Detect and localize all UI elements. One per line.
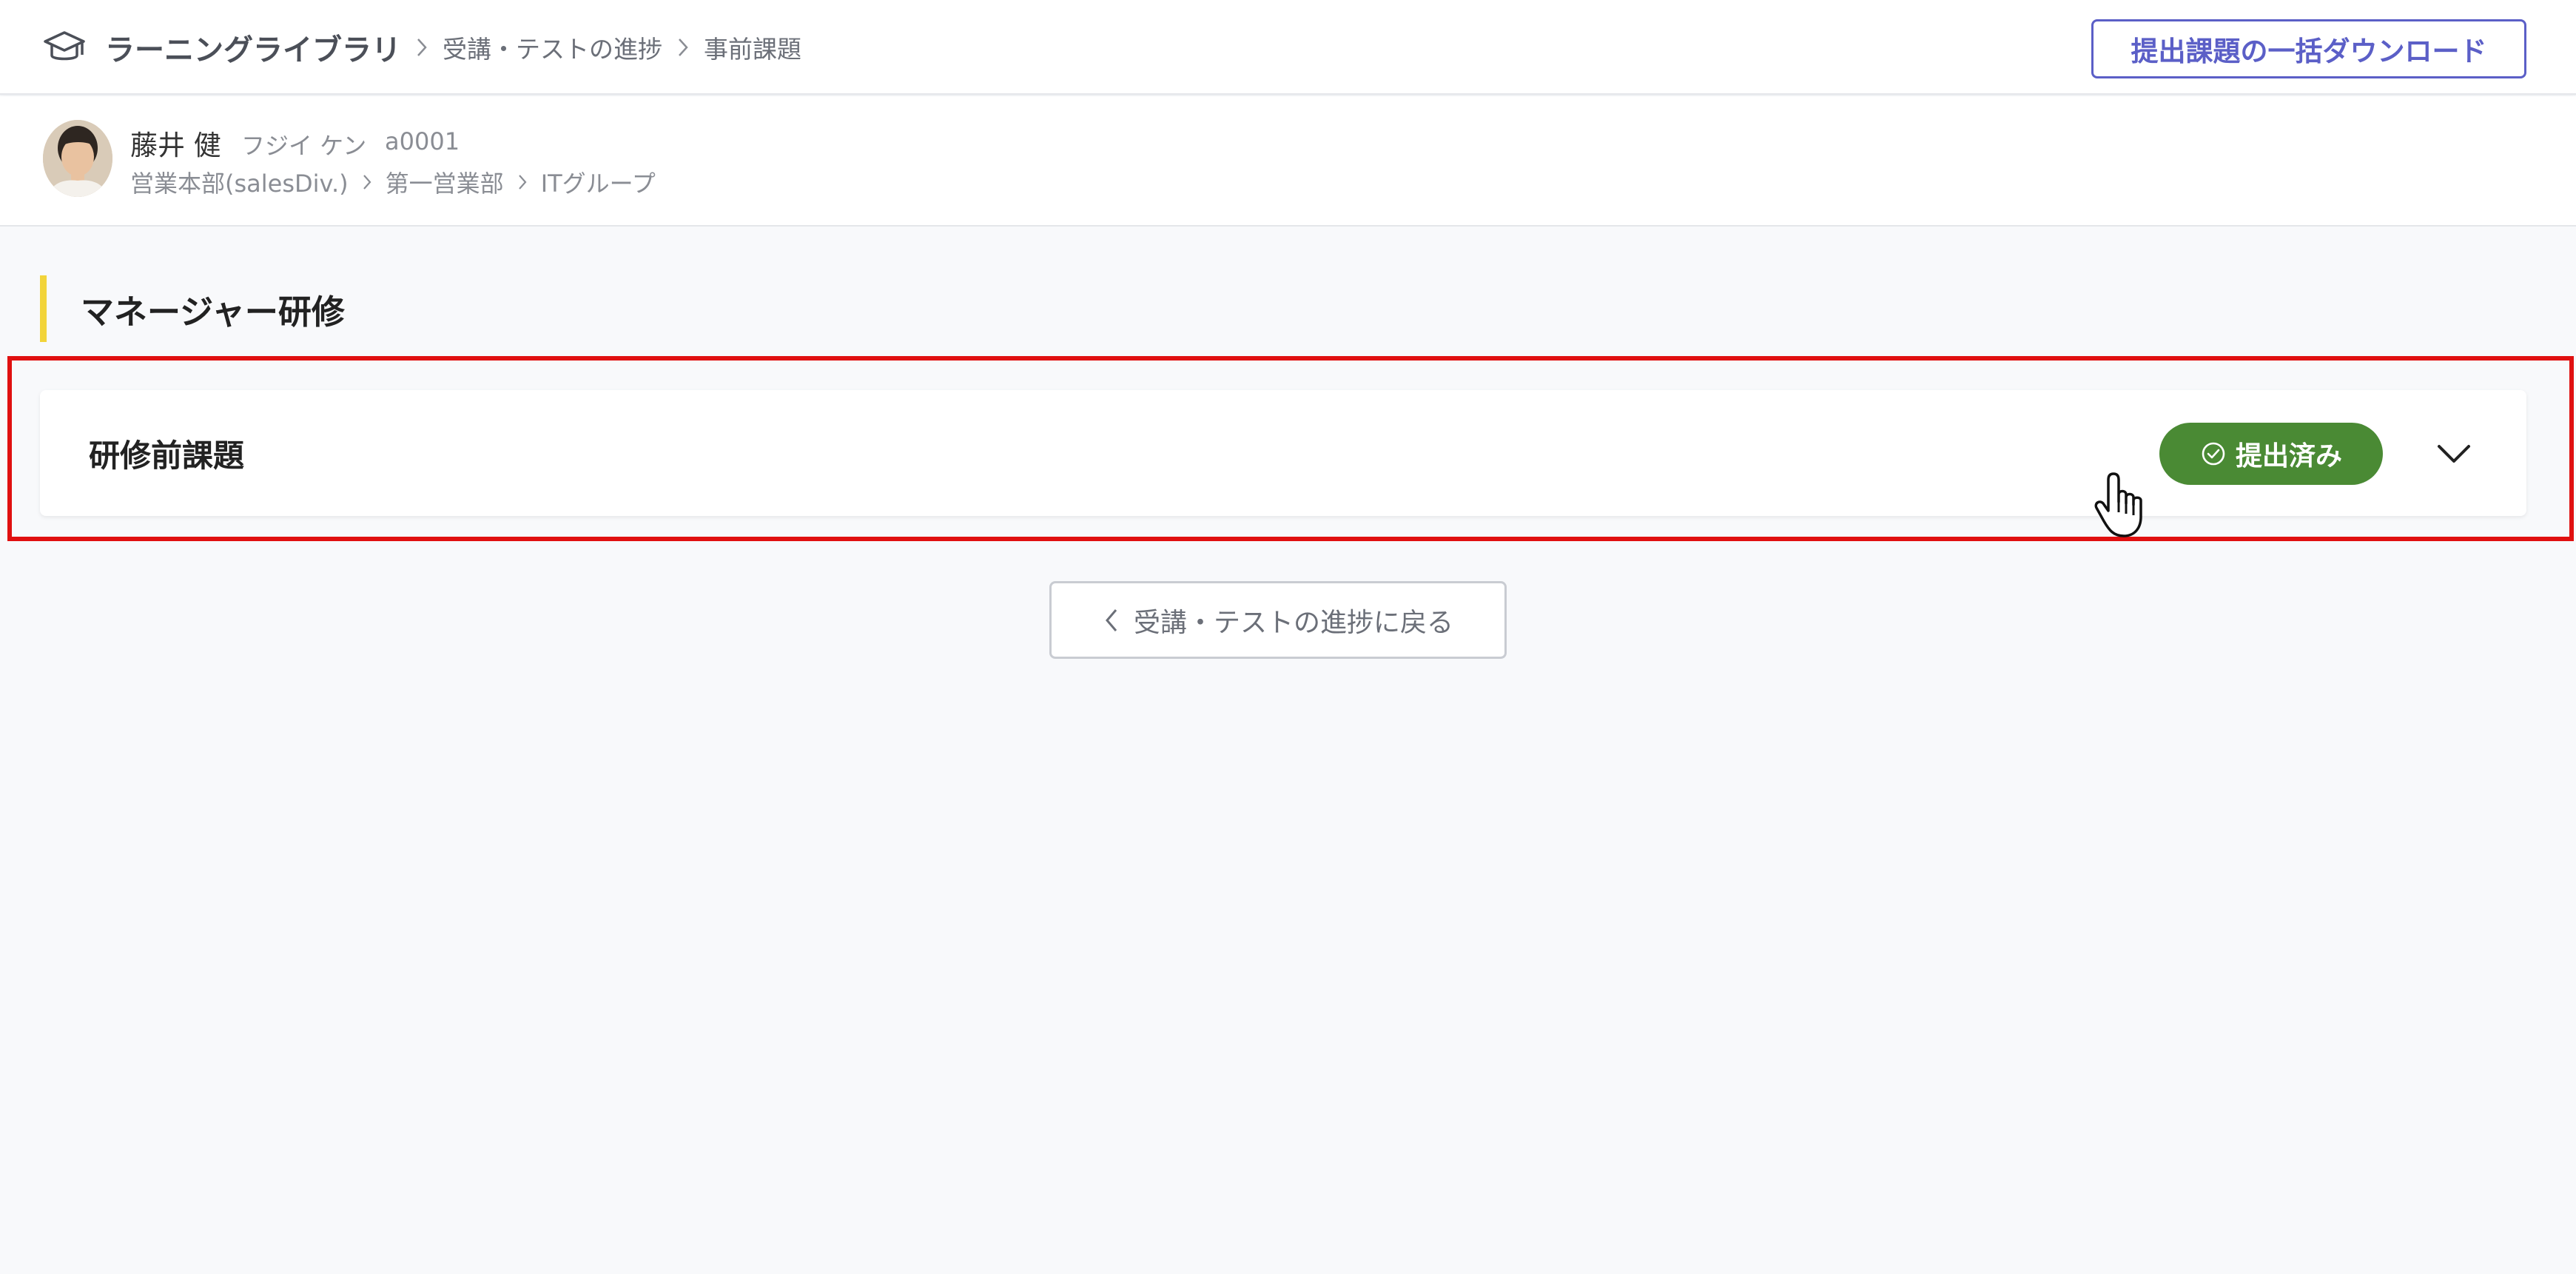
hand-pointer-icon: [2094, 472, 2142, 537]
org-path: 営業本部(salesDiv.) 第一営業部 ITグループ: [130, 161, 656, 203]
top-header: ラーニングライブラリ 受講・テストの進捗 事前課題 提出課題の一括ダウンロード: [0, 0, 2576, 95]
avatar: [43, 120, 112, 197]
user-kana: フジイ ケン: [241, 132, 367, 160]
back-to-progress-button[interactable]: 受講・テストの進捗に戻る: [1049, 581, 1507, 659]
user-id: a0001: [385, 127, 460, 155]
org-department: 第一営業部: [385, 170, 504, 198]
highlight-frame: [7, 356, 2574, 541]
chevron-right-icon: [504, 172, 541, 192]
user-name: 藤井 健: [130, 130, 221, 161]
chevron-right-icon: [349, 172, 386, 192]
org-division: 営業本部(salesDiv.): [130, 170, 349, 198]
breadcrumb-app-link[interactable]: ラーニングライブラリ: [105, 26, 401, 69]
breadcrumb: ラーニングライブラリ 受講・テストの進捗 事前課題: [105, 0, 801, 95]
section-title: マネージャー研修: [40, 275, 345, 342]
chevron-right-icon: [401, 36, 443, 58]
user-info-bar: 藤井 健 フジイ ケン a0001 営業本部(salesDiv.) 第一営業部 …: [0, 96, 2576, 227]
chevron-right-icon: [662, 36, 704, 58]
bulk-download-button[interactable]: 提出課題の一括ダウンロード: [2091, 19, 2526, 78]
graduation-cap-icon: [44, 31, 85, 61]
org-group: ITグループ: [540, 170, 656, 198]
chevron-left-icon: [1106, 608, 1117, 631]
breadcrumb-progress-link[interactable]: 受講・テストの進捗: [443, 30, 662, 65]
breadcrumb-current: 事前課題: [704, 35, 801, 64]
back-button-label: 受講・テストの進捗に戻る: [1133, 607, 1453, 638]
